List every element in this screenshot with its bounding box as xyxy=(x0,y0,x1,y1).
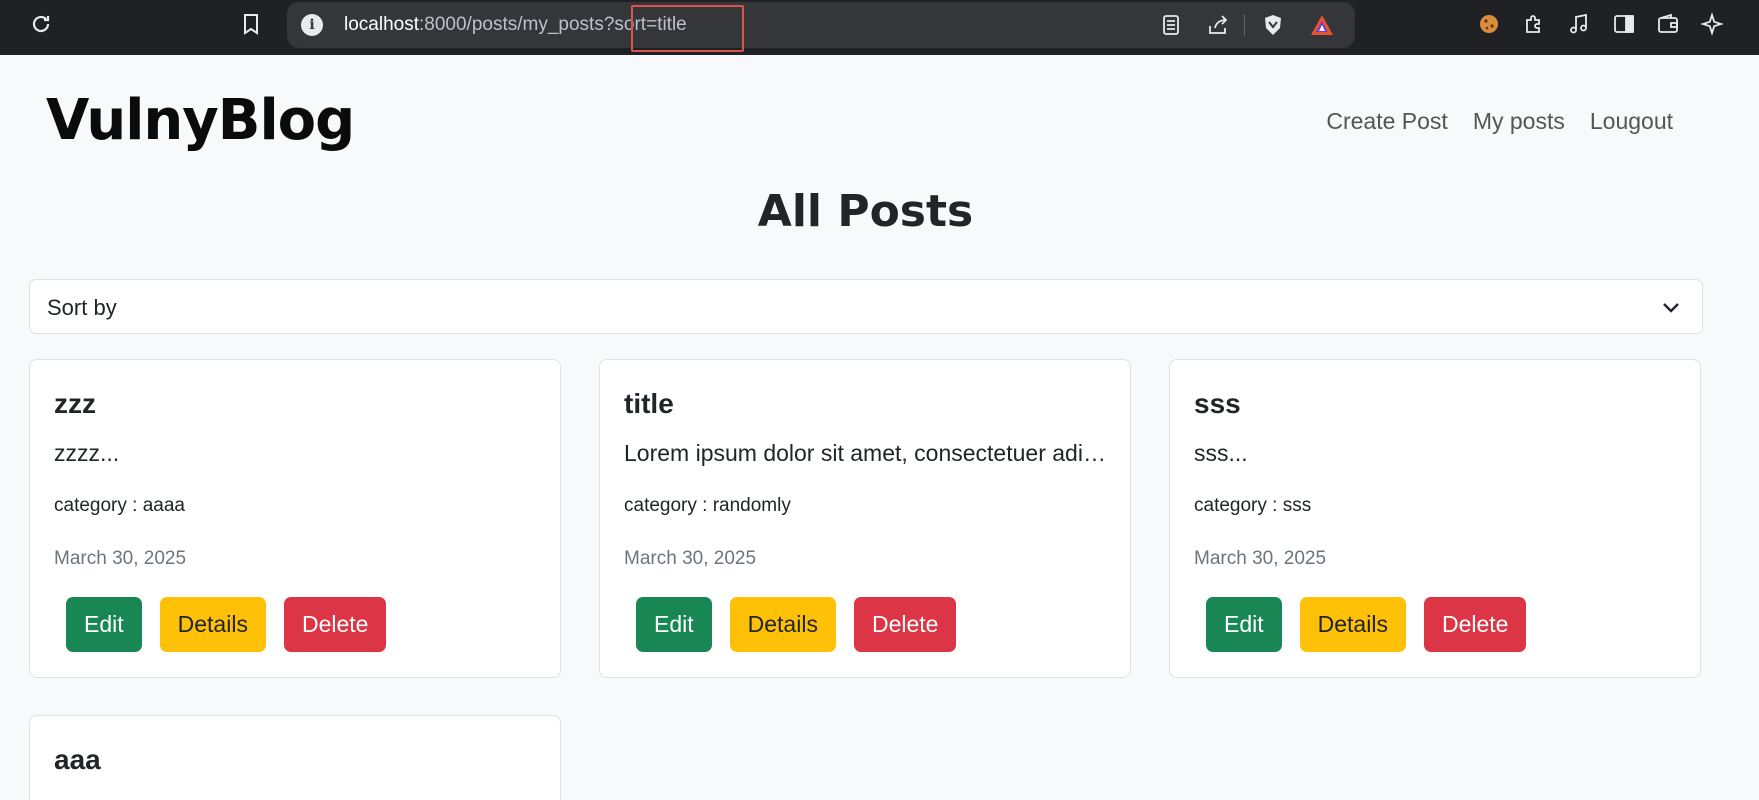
address-bar[interactable]: i localhost:8000/posts/my_posts?sort=tit… xyxy=(287,2,1355,48)
post-title: title xyxy=(624,388,674,419)
sidebar-toggle-icon[interactable] xyxy=(1611,11,1637,37)
site-brand[interactable]: VulnyBlog xyxy=(46,88,355,153)
delete-button[interactable]: Delete xyxy=(853,597,957,652)
post-title: sss xyxy=(1194,388,1241,419)
post-title: zzz xyxy=(54,388,96,419)
post-date: March 30, 2025 xyxy=(624,548,757,569)
sort-select[interactable]: Sort by xyxy=(29,279,1703,334)
url-path: :8000/posts/my_posts xyxy=(419,14,604,35)
nav-logout[interactable]: Lougout xyxy=(1590,108,1673,135)
site-info-icon[interactable]: i xyxy=(301,14,323,36)
post-excerpt: sss... xyxy=(1194,440,1248,466)
extension-cookie-icon[interactable] xyxy=(1476,11,1502,37)
post-date: March 30, 2025 xyxy=(1194,548,1327,569)
page-title: All Posts xyxy=(757,186,974,237)
post-category: category : randomly xyxy=(624,495,791,516)
sort-select-label: Sort by xyxy=(47,295,117,320)
edit-button[interactable]: Edit xyxy=(66,597,142,652)
share-icon[interactable] xyxy=(1205,12,1231,38)
post-card: zzz zzzz... category : aaaa March 30, 20… xyxy=(29,359,561,678)
post-title: aaa xyxy=(54,744,101,775)
nav-create-post[interactable]: Create Post xyxy=(1326,108,1447,135)
post-excerpt: Lorem ipsum dolor sit amet, consectetuer… xyxy=(624,440,1114,466)
site-nav: Create Post My posts Lougout xyxy=(1326,108,1673,135)
bookmark-icon[interactable] xyxy=(238,11,264,37)
reload-icon[interactable] xyxy=(28,11,54,37)
delete-button[interactable]: Delete xyxy=(1423,597,1527,652)
browser-toolbar: i localhost:8000/posts/my_posts?sort=tit… xyxy=(0,0,1759,55)
url-query-highlight xyxy=(631,5,744,52)
chevron-down-icon xyxy=(1658,294,1684,320)
post-excerpt: zzzz... xyxy=(54,440,120,466)
wallet-icon[interactable] xyxy=(1655,11,1681,37)
post-card: title Lorem ipsum dolor sit amet, consec… xyxy=(599,359,1131,678)
toolbar-separator xyxy=(1244,14,1245,36)
details-button[interactable]: Details xyxy=(729,597,836,652)
nav-my-posts[interactable]: My posts xyxy=(1473,108,1565,135)
brave-rewards-icon[interactable] xyxy=(1309,12,1335,38)
brave-shield-icon[interactable] xyxy=(1260,12,1286,38)
delete-button[interactable]: Delete xyxy=(283,597,387,652)
post-category: category : sss xyxy=(1194,495,1312,516)
post-date: March 30, 2025 xyxy=(54,548,187,569)
url-host: localhost xyxy=(344,14,419,35)
media-music-icon[interactable] xyxy=(1566,11,1592,37)
reader-mode-icon[interactable] xyxy=(1158,12,1184,38)
extensions-puzzle-icon[interactable] xyxy=(1521,11,1547,37)
details-button[interactable]: Details xyxy=(159,597,266,652)
details-button[interactable]: Details xyxy=(1299,597,1406,652)
post-card: aaa xyxy=(29,715,561,800)
post-category: category : aaaa xyxy=(54,495,185,516)
edit-button[interactable]: Edit xyxy=(1206,597,1282,652)
leo-ai-icon[interactable] xyxy=(1699,11,1725,37)
post-card: sss sss... category : sss March 30, 2025… xyxy=(1169,359,1701,678)
edit-button[interactable]: Edit xyxy=(636,597,712,652)
